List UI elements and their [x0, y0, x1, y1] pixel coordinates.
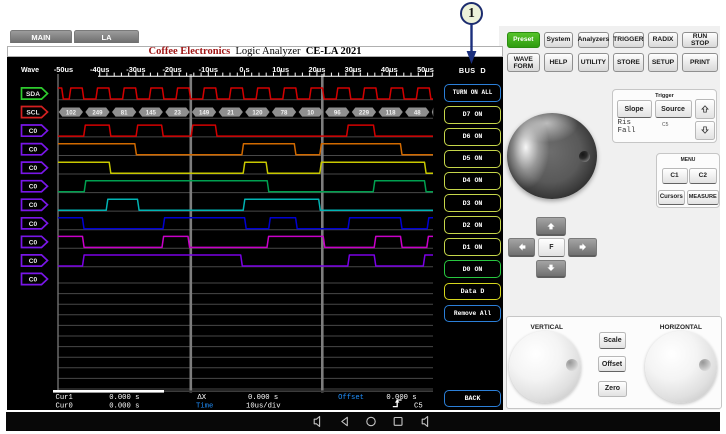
svg-text:-10us: -10us [199, 65, 218, 74]
svg-text:40us: 40us [381, 65, 398, 74]
svg-text:C0: C0 [29, 221, 38, 228]
svg-text:C0: C0 [29, 128, 38, 135]
svg-text:10us/div: 10us/div [246, 403, 281, 411]
svg-text:120: 120 [252, 110, 263, 117]
svg-text:102: 102 [66, 110, 77, 117]
svg-text:C0: C0 [29, 184, 38, 191]
svg-text:21: 21 [227, 110, 234, 117]
svg-text:0 s: 0 s [239, 65, 249, 74]
svg-text:Cur0: Cur0 [56, 403, 73, 411]
svg-text:81: 81 [121, 110, 128, 117]
svg-text:-40us: -40us [90, 65, 109, 74]
svg-text:C0: C0 [29, 202, 38, 209]
svg-text:SDA: SDA [26, 91, 40, 98]
svg-text:Time: Time [196, 403, 213, 411]
svg-text:-30us: -30us [126, 65, 145, 74]
svg-text:48: 48 [414, 110, 421, 117]
svg-text:Wave: Wave [21, 67, 39, 74]
svg-text:30us: 30us [345, 65, 362, 74]
svg-text:C0: C0 [29, 276, 38, 283]
svg-text:C0: C0 [29, 258, 38, 265]
svg-text:0.000 s: 0.000 s [248, 394, 278, 402]
svg-text:249: 249 [92, 110, 103, 117]
svg-text:0.000 s: 0.000 s [109, 403, 139, 411]
svg-text:C0: C0 [29, 239, 38, 246]
svg-text:23: 23 [174, 110, 181, 117]
svg-text:78: 78 [281, 110, 288, 117]
svg-text:229: 229 [359, 110, 370, 117]
svg-text:C0: C0 [29, 165, 38, 172]
svg-text:SCL: SCL [26, 110, 39, 117]
svg-text:ΔX: ΔX [197, 394, 206, 402]
svg-text:145: 145 [146, 110, 157, 117]
svg-text:96: 96 [334, 110, 341, 117]
svg-text:Cur1: Cur1 [56, 394, 73, 402]
svg-text:Offset: Offset [338, 394, 364, 402]
svg-text:BUS D: BUS D [459, 66, 486, 75]
svg-text:50us: 50us [417, 65, 434, 74]
svg-text:C5: C5 [414, 403, 423, 411]
svg-text:118: 118 [386, 110, 396, 117]
svg-text:149: 149 [199, 110, 210, 117]
svg-text:0.000 s: 0.000 s [109, 394, 139, 402]
svg-text:C0: C0 [29, 147, 38, 154]
svg-text:0.000 s: 0.000 s [386, 394, 416, 402]
svg-text:-20us: -20us [162, 65, 181, 74]
svg-text:10: 10 [307, 110, 314, 117]
svg-text:10us: 10us [272, 65, 289, 74]
svg-text:-50us: -50us [54, 65, 73, 74]
svg-text:20us: 20us [308, 65, 325, 74]
